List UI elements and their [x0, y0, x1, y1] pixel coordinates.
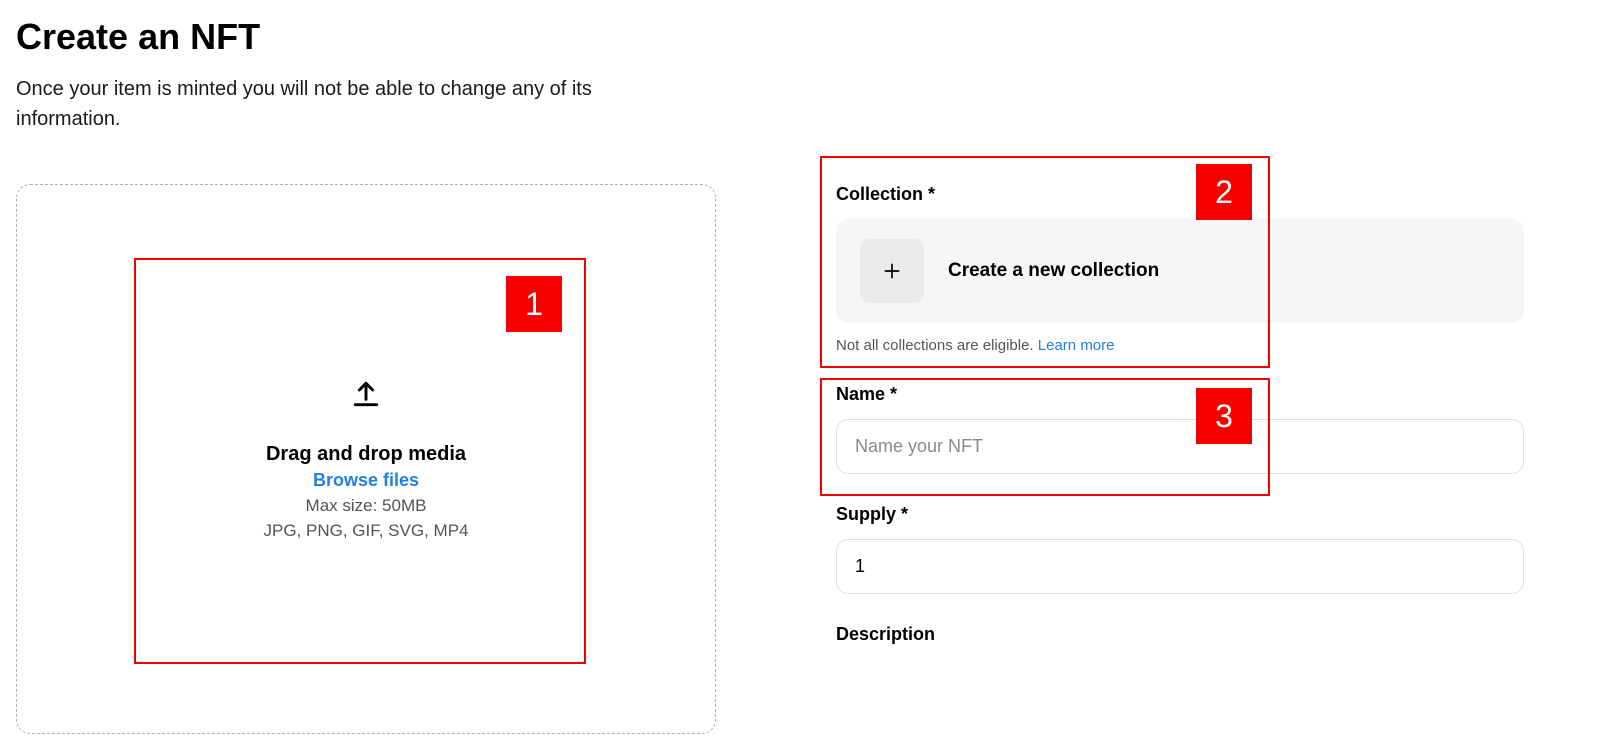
upload-icon	[350, 378, 382, 415]
name-input[interactable]	[836, 419, 1524, 474]
create-collection-text: Create a new collection	[948, 260, 1159, 282]
supply-label: Supply *	[836, 504, 1524, 525]
learn-more-link[interactable]: Learn more	[1038, 337, 1115, 354]
marker-1: 1	[506, 276, 562, 332]
media-dropzone[interactable]: Drag and drop media Browse files Max siz…	[16, 184, 716, 734]
create-collection-button[interactable]: Create a new collection	[836, 219, 1524, 323]
collection-label: Collection *	[836, 184, 1524, 205]
page-subtitle: Once your item is minted you will not be…	[16, 74, 616, 134]
supply-input[interactable]	[836, 539, 1524, 594]
description-field-group: Description	[836, 624, 1524, 645]
dropzone-title: Drag and drop media	[266, 443, 466, 466]
collection-help: Not all collections are eligible. Learn …	[836, 337, 1524, 354]
collection-field-group: Collection * Create a new collection Not…	[836, 184, 1524, 354]
dropzone-maxsize: Max size: 50MB	[306, 496, 427, 516]
browse-files-link[interactable]: Browse files	[313, 470, 419, 491]
name-field-group: Name *	[836, 384, 1524, 474]
dropzone-formats: JPG, PNG, GIF, SVG, MP4	[264, 521, 469, 541]
marker-3: 3	[1196, 388, 1252, 444]
supply-field-group: Supply *	[836, 504, 1524, 594]
name-label: Name *	[836, 384, 1524, 405]
marker-2: 2	[1196, 164, 1252, 220]
plus-icon	[860, 239, 924, 303]
collection-help-prefix: Not all collections are eligible.	[836, 337, 1038, 354]
page-title: Create an NFT	[16, 16, 1584, 58]
description-label: Description	[836, 624, 1524, 645]
